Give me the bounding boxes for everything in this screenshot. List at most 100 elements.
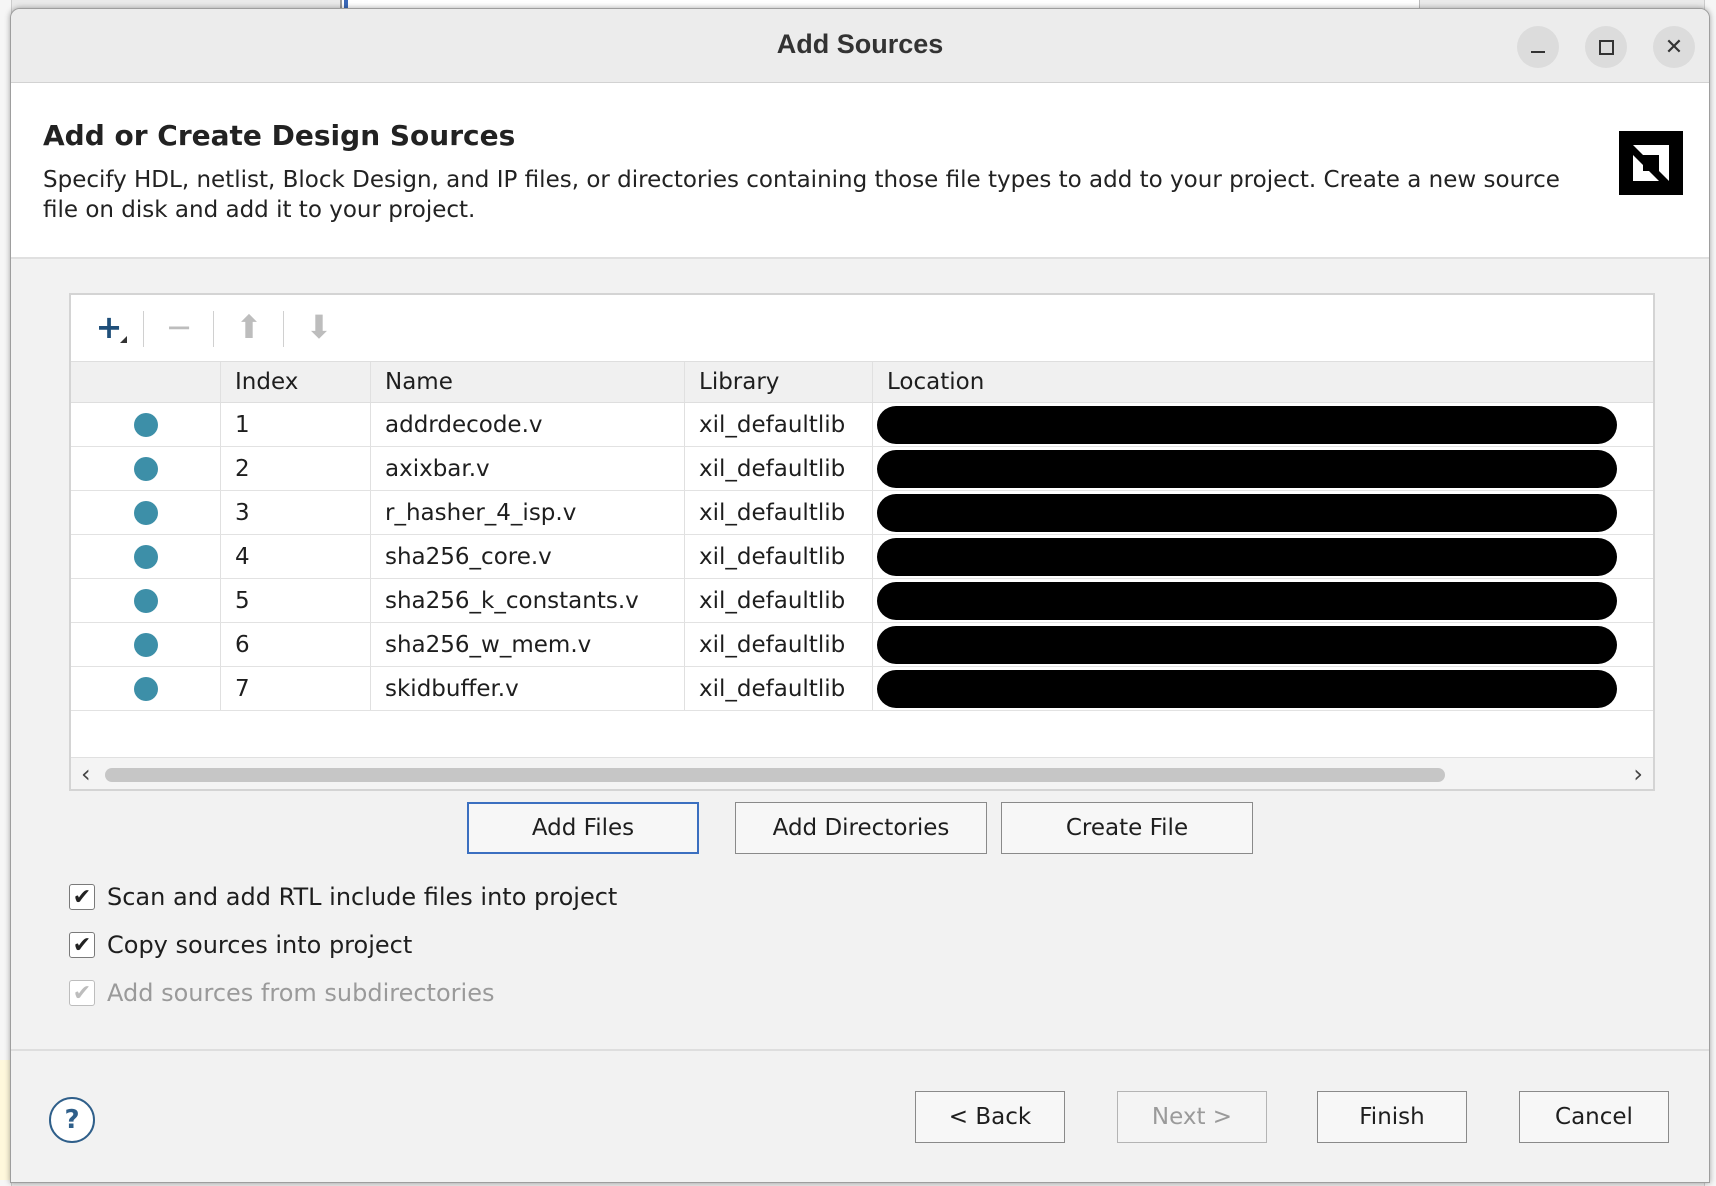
table-row[interactable]: 2 axixbar.v xil_defaultlib [71,447,1653,491]
index-cell: 2 [221,447,371,490]
dropdown-corner-icon [120,336,127,343]
window-title: Add Sources [776,29,944,59]
index-cell: 3 [221,491,371,534]
location-cell [873,447,1653,490]
source-status-icon [133,456,158,481]
maximize-button[interactable] [1585,26,1627,68]
arrow-up-icon: ⬆ [235,308,263,346]
page-description: Specify HDL, netlist, Block Design, and … [43,167,1560,223]
table-row[interactable]: 6 sha256_w_mem.v xil_defaultlib [71,623,1653,667]
status-cell [71,535,221,578]
redacted-location [877,537,1617,576]
move-up-button[interactable]: ⬆ [223,307,275,347]
column-header-location[interactable]: Location [873,362,1653,402]
location-cell [873,403,1653,446]
table-row[interactable]: 3 r_hasher_4_isp.v xil_defaultlib [71,491,1653,535]
horizontal-scrollbar[interactable]: ‹ › [71,757,1653,789]
library-cell[interactable]: xil_defaultlib [685,623,873,666]
scroll-left-icon[interactable]: ‹ [81,760,91,788]
library-cell[interactable]: xil_defaultlib [685,491,873,534]
source-status-icon [133,412,158,437]
location-cell [873,667,1653,710]
status-cell [71,623,221,666]
add-source-button[interactable]: + [83,307,135,347]
add-subdirs-checkbox: ✔ [69,980,95,1006]
source-status-icon [133,500,158,525]
status-cell [71,579,221,622]
table-row[interactable]: 1 addrdecode.v xil_defaultlib [71,403,1653,447]
library-cell[interactable]: xil_defaultlib [685,579,873,622]
scan-rtl-option[interactable]: ✔ Scan and add RTL include files into pr… [69,877,617,917]
redacted-location [877,581,1617,620]
scrollbar-thumb[interactable] [105,768,1445,782]
remove-source-button[interactable]: − [153,307,205,347]
location-cell [873,579,1653,622]
arrow-down-icon: ⬇ [305,308,333,346]
source-status-icon [133,632,158,657]
sources-table-panel: + − ⬆ ⬇ Index Name Library Location 1 add… [69,293,1655,791]
name-cell: r_hasher_4_isp.v [371,491,685,534]
amd-logo-icon [1633,145,1669,181]
status-cell [71,447,221,490]
help-icon: ? [64,1105,80,1135]
table-row[interactable]: 5 sha256_k_constants.v xil_defaultlib [71,579,1653,623]
add-subdirs-label: Add sources from subdirectories [107,979,495,1007]
toolbar-divider [143,311,144,347]
add-directories-button[interactable]: Add Directories [735,802,987,854]
index-cell: 7 [221,667,371,710]
minus-icon: − [165,308,193,346]
redacted-location [877,449,1617,488]
next-button: Next > [1117,1091,1267,1143]
column-header-index[interactable]: Index [221,362,371,402]
title-bar[interactable]: Add Sources ✕ [11,9,1709,83]
location-cell [873,535,1653,578]
column-header-status[interactable] [71,362,221,402]
copy-sources-checkbox[interactable]: ✔ [69,932,95,958]
maximize-icon [1598,39,1614,55]
name-cell: sha256_core.v [371,535,685,578]
help-button[interactable]: ? [49,1097,95,1143]
library-cell[interactable]: xil_defaultlib [685,535,873,578]
scan-rtl-label: Scan and add RTL include files into proj… [107,883,618,911]
library-cell[interactable]: xil_defaultlib [685,447,873,490]
source-status-icon [133,544,158,569]
minimize-button[interactable] [1517,26,1559,68]
source-status-icon [133,676,158,701]
dialog-header: Add or Create Design Sources Specify HDL… [11,83,1709,259]
move-down-button[interactable]: ⬇ [293,307,345,347]
close-icon: ✕ [1664,34,1684,60]
library-cell[interactable]: xil_defaultlib [685,667,873,710]
add-files-button[interactable]: Add Files [467,802,699,854]
table-row[interactable]: 4 sha256_core.v xil_defaultlib [71,535,1653,579]
close-button[interactable]: ✕ [1653,26,1695,68]
redacted-location [877,669,1617,708]
add-sources-dialog: Add Sources ✕ Add or Create Design Sourc… [10,8,1710,1183]
toolbar-divider [213,311,214,347]
add-subdirs-option: ✔ Add sources from subdirectories [69,973,494,1013]
index-cell: 1 [221,403,371,446]
status-cell [71,667,221,710]
column-header-library[interactable]: Library [685,362,873,402]
copy-sources-option[interactable]: ✔ Copy sources into project [69,925,412,965]
plus-icon: + [95,308,123,346]
column-header-name[interactable]: Name [371,362,685,402]
redacted-location [877,625,1617,664]
table-header: Index Name Library Location [71,361,1653,403]
table-body: 1 addrdecode.v xil_defaultlib 2 axixbar.v xil… [71,403,1653,711]
table-row[interactable]: 7 skidbuffer.v xil_defaultlib [71,667,1653,711]
finish-button[interactable]: Finish [1317,1091,1467,1143]
sources-table: Index Name Library Location 1 addrdecode.… [71,361,1653,711]
source-status-icon [133,588,158,613]
back-button[interactable]: < Back [915,1091,1065,1143]
name-cell: skidbuffer.v [371,667,685,710]
create-file-button[interactable]: Create File [1001,802,1253,854]
scan-rtl-checkbox[interactable]: ✔ [69,884,95,910]
background-accent [344,0,348,8]
cancel-button[interactable]: Cancel [1519,1091,1669,1143]
scroll-right-icon[interactable]: › [1633,760,1643,788]
location-cell [873,491,1653,534]
amd-logo [1619,131,1683,195]
status-cell [71,403,221,446]
location-cell [873,623,1653,666]
library-cell[interactable]: xil_defaultlib [685,403,873,446]
